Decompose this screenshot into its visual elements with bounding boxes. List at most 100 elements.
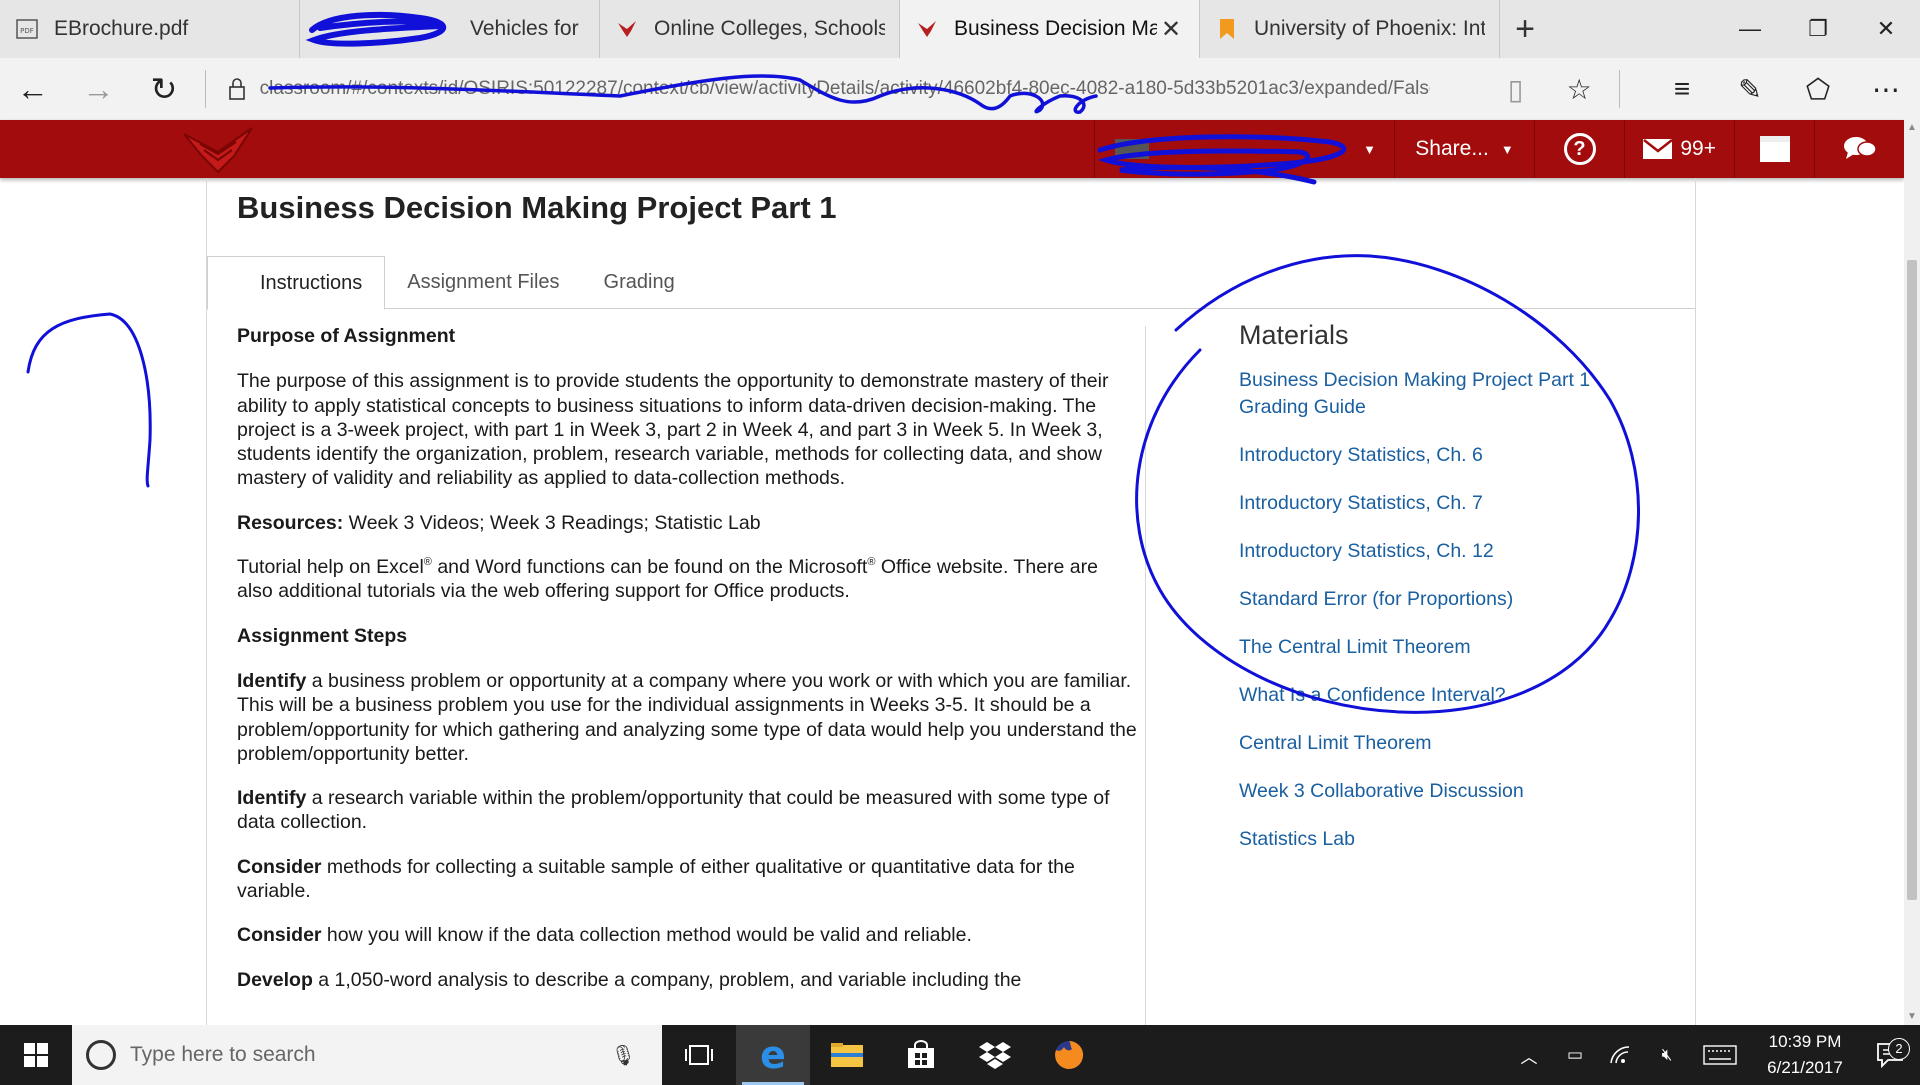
page-scrollbar[interactable]: ▲ ▼ <box>1904 120 1920 1025</box>
more-icon[interactable]: ⋯ <box>1852 58 1920 120</box>
taskbar-file-explorer[interactable] <box>810 1025 884 1085</box>
back-arrow-icon[interactable]: ← <box>0 58 66 120</box>
taskbar-edge[interactable]: e <box>736 1025 810 1085</box>
dropbox-icon <box>979 1042 1011 1069</box>
envelope-icon <box>1643 139 1673 159</box>
taskbar-dropbox[interactable] <box>958 1025 1032 1085</box>
tutorial-line: Tutorial help on Excel® and Word functio… <box>237 555 1137 604</box>
clock-time: 10:39 PM <box>1768 1032 1842 1051</box>
material-link-grading-guide[interactable]: Business Decision Making Project Part 1 … <box>1239 367 1659 421</box>
close-window-icon[interactable]: ✕ <box>1852 0 1920 58</box>
material-link-central-limit-theorem-article[interactable]: The Central Limit Theorem <box>1239 634 1659 661</box>
minimize-icon[interactable]: — <box>1716 0 1784 58</box>
material-link-week3-discussion[interactable]: Week 3 Collaborative Discussion <box>1239 778 1659 805</box>
step-text: a business problem or opportunity at a c… <box>237 669 1137 765</box>
taskbar-firefox[interactable] <box>1032 1025 1106 1085</box>
share-icon[interactable]: ⬠ <box>1784 58 1852 120</box>
tutorial-text: and Word functions can be found on the M… <box>431 556 868 579</box>
materials-panel: Materials Business Decision Making Proje… <box>1239 320 1659 874</box>
favorite-star-icon[interactable]: ☆ <box>1547 58 1611 120</box>
taskbar-clock[interactable]: 10:39 PM 6/21/2017 <box>1750 1029 1860 1081</box>
tab-label: Online Colleges, Schools & <box>654 17 885 40</box>
browser-tab-ebrochure[interactable]: PDF EBrochure.pdf <box>0 0 300 58</box>
chevron-down-icon: ▼ <box>1363 141 1376 157</box>
phoenix-logo-icon[interactable] <box>178 124 258 174</box>
purpose-text: The purpose of this assignment is to pro… <box>237 370 1109 490</box>
scroll-up-icon[interactable]: ▲ <box>1904 120 1920 136</box>
address-bar[interactable]: classroom/#/contexts/id/OSIRIS:50122287/… <box>214 67 1484 111</box>
battery-icon[interactable]: ▭ <box>1552 1045 1598 1065</box>
hub-icon[interactable]: ≡ <box>1648 58 1716 120</box>
chevron-up-icon[interactable]: ︿ <box>1506 1043 1552 1068</box>
content-tabs: Instructions Assignment Files Grading <box>207 256 1695 310</box>
step-item: Consider how you will know if the data c… <box>237 923 1137 947</box>
share-menu[interactable]: Share... ▼ <box>1394 120 1534 178</box>
scroll-thumb[interactable] <box>1907 260 1917 900</box>
task-view-button[interactable] <box>662 1025 736 1085</box>
chat-button[interactable] <box>1814 120 1904 178</box>
material-link-central-limit-theorem[interactable]: Central Limit Theorem <box>1239 730 1659 757</box>
browser-tab-online-colleges[interactable]: Online Colleges, Schools & <box>600 0 900 58</box>
help-icon: ? <box>1563 133 1596 165</box>
browser-tab-university-phoenix[interactable]: University of Phoenix: Introd <box>1200 0 1500 58</box>
taskbar-store[interactable] <box>884 1025 958 1085</box>
material-link-standard-error[interactable]: Standard Error (for Proportions) <box>1239 586 1659 613</box>
material-link-statistics-lab[interactable]: Statistics Lab <box>1239 826 1659 853</box>
step-lead: Identify <box>237 669 307 692</box>
svg-text:PDF: PDF <box>20 27 34 35</box>
step-item: Identify a business problem or opportuni… <box>237 669 1137 766</box>
edge-icon: e <box>760 1033 786 1077</box>
forward-arrow-icon[interactable]: → <box>66 58 132 120</box>
restore-icon[interactable]: ❐ <box>1784 0 1852 58</box>
material-link-confidence-interval[interactable]: What Is a Confidence Interval? <box>1239 682 1659 709</box>
help-button[interactable]: ? <box>1534 120 1624 178</box>
taskbar-search-box[interactable]: Type here to search 🎙︎ <box>72 1025 662 1085</box>
close-tab-icon[interactable]: ✕ <box>1157 15 1185 44</box>
page-title: Business Decision Making Project Part 1 <box>237 190 837 225</box>
wifi-icon[interactable] <box>1598 1045 1644 1065</box>
browser-tab-vehicles[interactable]: Vehicles for Sale <box>300 0 600 58</box>
window-controls: — ❐ ✕ <box>1716 0 1920 58</box>
start-button[interactable] <box>0 1025 72 1085</box>
web-note-icon[interactable]: ✎ <box>1716 58 1784 120</box>
keyboard-icon[interactable] <box>1690 1045 1750 1065</box>
browser-tab-business-decision[interactable]: Business Decision Makin ✕ <box>900 0 1200 58</box>
material-link-stats-ch7[interactable]: Introductory Statistics, Ch. 7 <box>1239 490 1659 517</box>
browser-nav-bar: ← → ↻ classroom/#/contexts/id/OSIRIS:501… <box>0 58 1920 120</box>
windows-logo-icon <box>24 1043 48 1067</box>
new-tab-button[interactable]: + <box>1500 0 1550 58</box>
microphone-icon[interactable]: 🎙︎ <box>611 1043 636 1068</box>
messages-count: 99+ <box>1680 137 1716 160</box>
tab-instructions[interactable]: Instructions <box>207 256 386 310</box>
step-lead: Identify <box>237 787 307 810</box>
action-center-button[interactable]: 2 <box>1860 1038 1920 1068</box>
material-link-stats-ch12[interactable]: Introductory Statistics, Ch. 12 <box>1239 538 1659 565</box>
step-text: a research variable within the problem/o… <box>237 787 1110 834</box>
clock-date: 6/21/2017 <box>1767 1058 1843 1077</box>
messages-button[interactable]: 99+ <box>1624 120 1734 178</box>
tab-assignment-files[interactable]: Assignment Files <box>385 256 581 309</box>
bookmark-icon <box>1214 16 1240 42</box>
phoenix-icon <box>614 16 640 42</box>
column-divider <box>1145 326 1146 1025</box>
refresh-icon[interactable]: ↻ <box>131 58 197 120</box>
volume-muted-icon[interactable]: 🔇︎ <box>1644 1045 1690 1065</box>
step-text: a 1,050-word analysis to describe a comp… <box>312 968 1022 991</box>
browser-toolbar: ≡ ✎ ⬠ ⋯ <box>1648 58 1920 120</box>
step-lead: Develop <box>237 968 313 991</box>
reading-view-icon[interactable]: ▯ <box>1484 58 1548 120</box>
avatar <box>1115 139 1149 159</box>
scroll-down-icon[interactable]: ▼ <box>1904 1009 1920 1025</box>
notification-count: 2 <box>1888 1038 1910 1060</box>
material-link-stats-ch6[interactable]: Introductory Statistics, Ch. 6 <box>1239 442 1659 469</box>
tab-label: EBrochure.pdf <box>54 17 189 40</box>
step-lead: Consider <box>237 924 322 947</box>
resources-text: Week 3 Videos; Week 3 Readings; Statisti… <box>343 511 761 534</box>
step-lead: Consider <box>237 855 322 878</box>
steps-heading: Assignment Steps <box>237 624 408 647</box>
tab-grading[interactable]: Grading <box>582 256 697 309</box>
calendar-button[interactable] <box>1734 120 1814 178</box>
toolbar-divider <box>1619 70 1621 108</box>
user-menu[interactable]: ▼ <box>1094 120 1394 178</box>
phoenix-icon <box>914 16 940 42</box>
